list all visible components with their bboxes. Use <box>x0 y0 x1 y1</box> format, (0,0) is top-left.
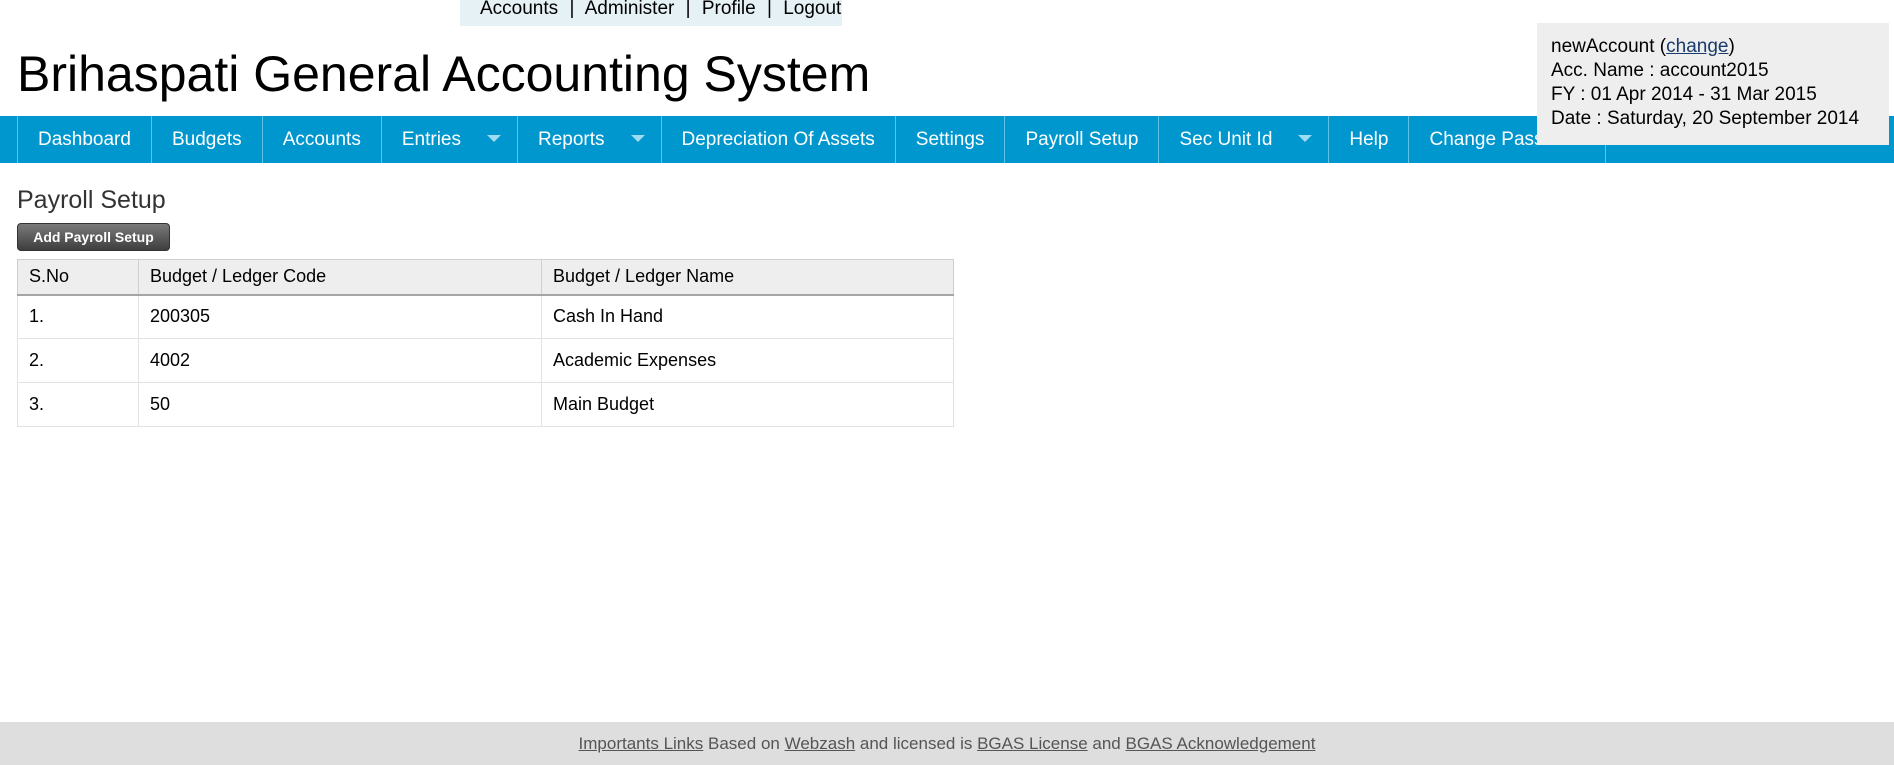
table-row: 1. 200305 Cash In Hand <box>17 294 954 339</box>
nav-depreciation-of-assets[interactable]: Depreciation Of Assets <box>662 116 896 163</box>
footer-text: Based on <box>708 734 780 753</box>
nav-label: Payroll Setup <box>1025 129 1139 150</box>
column-header-code: Budget / Ledger Code <box>138 259 542 296</box>
nav-help[interactable]: Help <box>1329 116 1410 163</box>
nav-label: Reports <box>537 129 605 150</box>
change-account-link[interactable]: change <box>1666 36 1728 57</box>
footer-text: and <box>1092 734 1121 753</box>
payroll-setup-table: S.No Budget / Ledger Code Budget / Ledge… <box>17 259 954 427</box>
app-title: Brihaspati General Accounting System <box>17 46 871 102</box>
cell-name: Cash In Hand <box>541 294 954 339</box>
bgas-acknowledgement-link[interactable]: BGAS Acknowledgement <box>1126 734 1316 753</box>
cell-name: Main Budget <box>541 382 954 427</box>
caret-down-icon <box>1298 135 1313 142</box>
nav-label: Depreciation Of Assets <box>681 129 875 150</box>
cell-code: 4002 <box>138 338 542 383</box>
table-row: 3. 50 Main Budget <box>17 382 954 427</box>
date-line: Date : Saturday, 20 September 2014 <box>1551 108 1860 129</box>
account-info-box: newAccount (change) Acc. Name : account2… <box>1537 23 1889 145</box>
nav-label: Help <box>1349 129 1389 150</box>
nav-label: Dashboard <box>38 129 131 150</box>
top-link-profile[interactable]: Profile <box>702 0 756 19</box>
nav-reports[interactable]: Reports <box>518 116 662 163</box>
table-row: 2. 4002 Academic Expenses <box>17 338 954 383</box>
top-links-bar: Accounts | Administer | Profile | Logout <box>460 0 842 26</box>
nav-accounts[interactable]: Accounts <box>263 116 382 163</box>
top-link-logout[interactable]: Logout <box>783 0 841 19</box>
separator: | <box>767 0 772 19</box>
nav-label: Budgets <box>171 129 242 150</box>
nav-payroll-setup[interactable]: Payroll Setup <box>1005 116 1160 163</box>
acc-name-line: Acc. Name : account2015 <box>1551 60 1769 81</box>
important-links-link[interactable]: Importants Links <box>579 734 704 753</box>
cell-code: 50 <box>138 382 542 427</box>
nav-sec-unit-id[interactable]: Sec Unit Id <box>1159 116 1330 163</box>
table-header-row: S.No Budget / Ledger Code Budget / Ledge… <box>17 259 954 296</box>
nav-budgets[interactable]: Budgets <box>152 116 263 163</box>
column-header-name: Budget / Ledger Name <box>541 259 954 296</box>
cell-sno: 2. <box>17 338 139 383</box>
caret-down-icon <box>630 135 645 142</box>
footer: Importants Links Based on Webzash and li… <box>0 722 1894 765</box>
nav-label: Settings <box>915 129 985 150</box>
cell-code: 200305 <box>138 294 542 339</box>
nav-label: Entries <box>401 129 461 150</box>
webzash-link[interactable]: Webzash <box>785 734 856 753</box>
nav-dashboard[interactable]: Dashboard <box>17 116 152 163</box>
top-link-accounts[interactable]: Accounts <box>480 0 558 19</box>
nav-settings[interactable]: Settings <box>896 116 1006 163</box>
account-name: newAccount <box>1551 36 1655 57</box>
separator: | <box>685 0 691 19</box>
account-line: newAccount (change) <box>1551 36 1735 57</box>
fy-line: FY : 01 Apr 2014 - 31 Mar 2015 <box>1551 84 1817 105</box>
separator: | <box>569 0 575 19</box>
bgas-license-link[interactable]: BGAS License <box>977 734 1088 753</box>
footer-text: and licensed is <box>859 734 973 753</box>
cell-sno: 3. <box>17 382 139 427</box>
cell-sno: 1. <box>17 294 139 339</box>
add-payroll-setup-button[interactable]: Add Payroll Setup <box>17 223 170 251</box>
nav-label: Sec Unit Id <box>1179 129 1273 150</box>
top-link-administer[interactable]: Administer <box>585 0 675 19</box>
caret-down-icon <box>486 135 501 142</box>
nav-entries[interactable]: Entries <box>382 116 518 163</box>
cell-name: Academic Expenses <box>541 338 954 383</box>
nav-label: Accounts <box>282 129 361 150</box>
column-header-sno: S.No <box>17 259 139 296</box>
page-title: Payroll Setup <box>17 186 166 214</box>
